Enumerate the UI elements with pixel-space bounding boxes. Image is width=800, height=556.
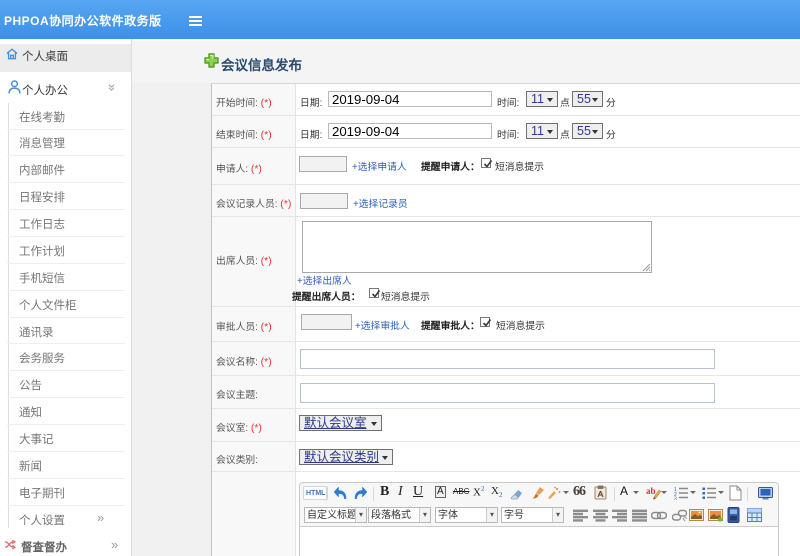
svg-text:ab: ab [646,486,656,496]
svg-text:3: 3 [674,497,677,501]
